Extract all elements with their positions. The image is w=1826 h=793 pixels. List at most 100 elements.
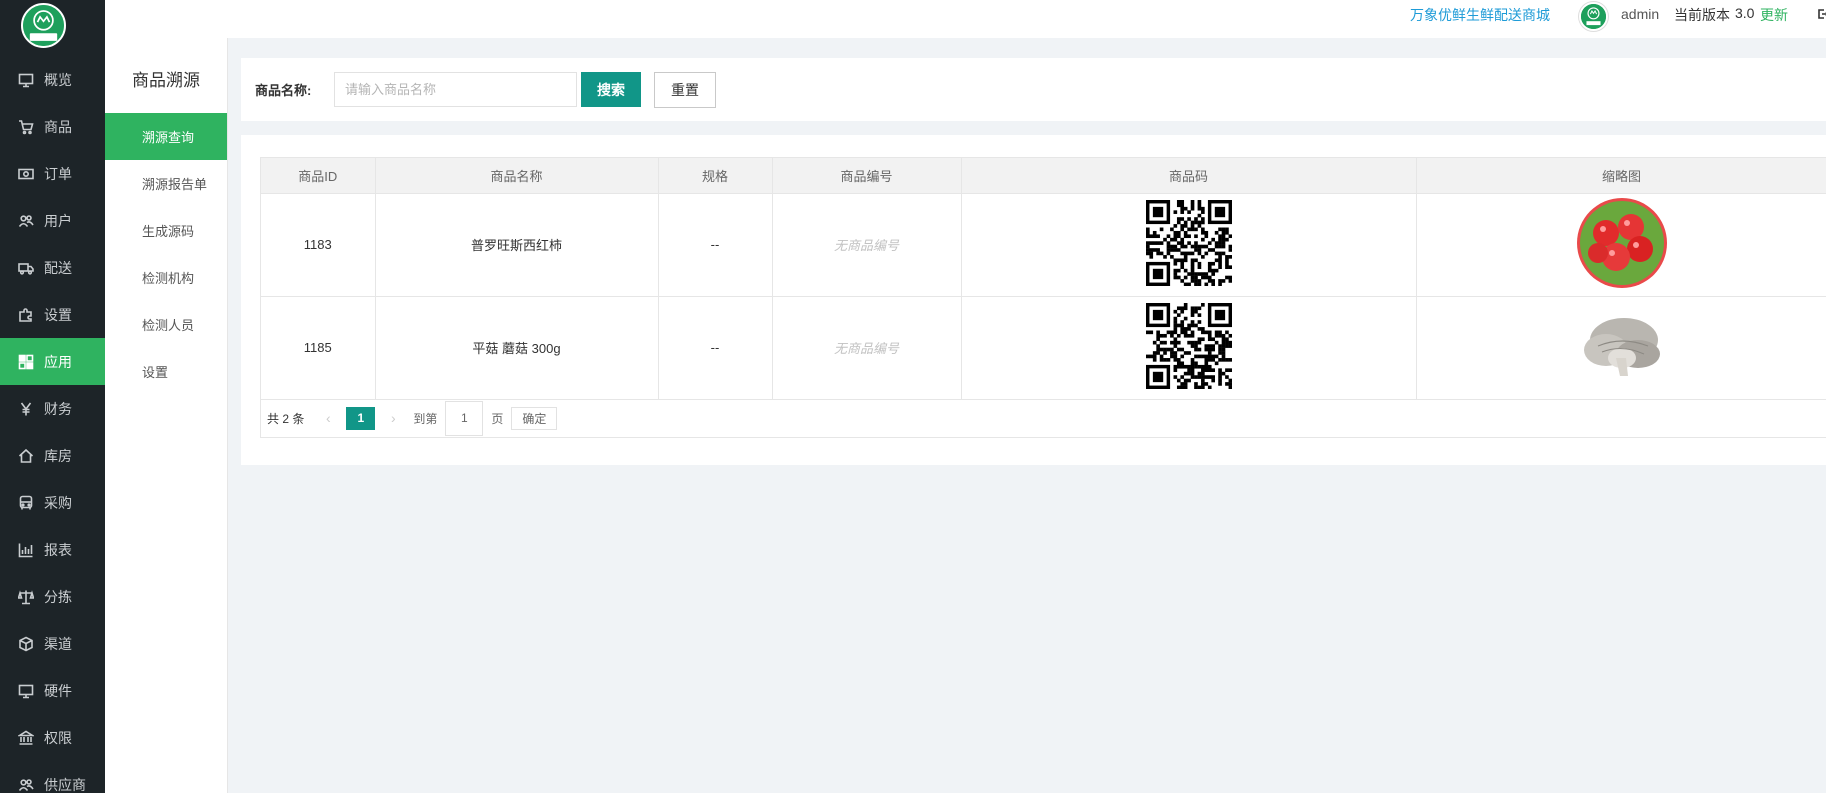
sidebar-item[interactable]: 用户 — [0, 197, 105, 244]
qr-code-image[interactable] — [1145, 200, 1232, 286]
sidebar-item[interactable]: 配送 — [0, 244, 105, 291]
sidebar-item[interactable]: 权限 — [0, 714, 105, 761]
goto-page-input[interactable] — [445, 400, 484, 436]
page-button-current[interactable]: 1 — [346, 406, 376, 430]
sidebar-item-label: 概览 — [44, 71, 72, 88]
subnav-item[interactable]: 溯源查询 — [105, 113, 227, 160]
cell-qrcode — [961, 193, 1417, 297]
brand-logo[interactable] — [21, 3, 66, 48]
cell-id: 1185 — [261, 296, 376, 400]
truck-icon — [18, 260, 34, 276]
subnav-title: 商品溯源 — [132, 71, 200, 90]
sidebar-item-label: 权限 — [44, 729, 72, 746]
sidebar-item-label: 渠道 — [44, 635, 72, 652]
shop-link[interactable]: 万象优鲜生鲜配送商城 — [1410, 5, 1550, 25]
sidebar-item-label: 设置 — [44, 306, 72, 323]
version-number: 3.0 — [1735, 5, 1755, 21]
cell-qrcode — [961, 296, 1417, 400]
sidebar-item[interactable]: 渠道 — [0, 620, 105, 667]
sidebar-item-label: 报表 — [44, 541, 72, 558]
product-table: 商品ID 商品名称 规格 商品编号 商品码 缩略图 1183 普罗旺斯西红柿 -… — [261, 158, 1826, 400]
cell-name: 普罗旺斯西红柿 — [375, 193, 659, 297]
avatar[interactable] — [1579, 2, 1608, 31]
sidebar-item-label: 分拣 — [44, 588, 72, 605]
monitor-icon — [18, 72, 34, 88]
sidebar-item-label: 采购 — [44, 494, 72, 511]
pagination: 共 2 条 ‹ 1 › 到第 页 确定 — [261, 400, 1826, 437]
cell-spec: -- — [658, 193, 773, 297]
cell-number: 无商品编号 — [772, 296, 962, 400]
subnav-item[interactable]: 检测人员 — [105, 301, 227, 348]
money-icon — [18, 166, 34, 182]
sidebar-item[interactable]: 报表 — [0, 526, 105, 573]
sidebar-item[interactable]: 供应商 — [0, 761, 105, 793]
col-header-spec: 规格 — [658, 158, 773, 194]
sidebar-item-label: 硬件 — [44, 682, 72, 699]
col-header-id: 商品ID — [261, 158, 376, 194]
subnav-item[interactable]: 生成源码 — [105, 207, 227, 254]
sidebar-item[interactable]: 订单 — [0, 150, 105, 197]
total-count: 共 2 条 — [267, 411, 305, 426]
bus-icon — [18, 495, 34, 511]
search-button[interactable]: 搜索 — [581, 72, 641, 107]
bank-icon — [18, 730, 34, 746]
mushroom-thumbnail[interactable] — [1576, 300, 1668, 392]
sidebar-item-label: 用户 — [44, 212, 72, 229]
desktop-icon — [18, 683, 34, 699]
update-link[interactable]: 更新 — [1760, 5, 1788, 25]
subnav-item[interactable]: 溯源报告单 — [105, 160, 227, 207]
sidebar-item-label: 应用 — [44, 353, 72, 370]
col-header-number: 商品编号 — [772, 158, 962, 194]
logout-icon[interactable] — [1817, 7, 1826, 19]
apps-icon — [18, 354, 34, 370]
sidebar-item[interactable]: 采购 — [0, 479, 105, 526]
search-panel: 商品名称: 搜索 重置 — [241, 58, 1826, 121]
version-label: 当前版本 — [1674, 7, 1730, 23]
col-header-thumbnail: 缩略图 — [1416, 158, 1826, 194]
col-header-qrcode: 商品码 — [961, 158, 1417, 194]
qr-code-image[interactable] — [1145, 303, 1232, 389]
cell-id: 1183 — [261, 193, 376, 297]
users-icon — [18, 777, 34, 793]
cell-spec: -- — [658, 296, 773, 400]
sidebar-item-label: 配送 — [44, 259, 72, 276]
sidebar-item-label: 供应商 — [44, 776, 86, 793]
bar-chart-icon — [18, 542, 34, 558]
main-nav: 概览商品订单用户配送设置应用财务库房采购报表分拣渠道硬件权限供应商 — [0, 56, 105, 793]
sidebar-item[interactable]: 应用 — [0, 338, 105, 385]
sidebar-item-label: 订单 — [44, 165, 72, 182]
prev-page-icon[interactable]: ‹ — [318, 410, 338, 426]
users-icon — [18, 213, 34, 229]
tomato-thumbnail[interactable] — [1576, 197, 1668, 289]
table-panel: 商品ID 商品名称 规格 商品编号 商品码 缩略图 1183 普罗旺斯西红柿 -… — [241, 135, 1826, 465]
table-row: 1185 平菇 蘑菇 300g -- 无商品编号 — [261, 296, 1826, 400]
sidebar-item[interactable]: 库房 — [0, 432, 105, 479]
sidebar-item[interactable]: 分拣 — [0, 573, 105, 620]
subnav-item[interactable]: 设置 — [105, 348, 227, 395]
table-row: 1183 普罗旺斯西红柿 -- 无商品编号 — [261, 193, 1826, 297]
reset-button[interactable]: 重置 — [654, 72, 716, 108]
cell-thumbnail — [1416, 296, 1826, 400]
next-page-icon[interactable]: › — [383, 410, 403, 426]
secondary-sidebar: 商品溯源 溯源查询 溯源报告单 生成源码 检测机构 检测人员 设置 — [105, 38, 228, 793]
search-label: 商品名称: — [255, 83, 312, 98]
table-header-row: 商品ID 商品名称 规格 商品编号 商品码 缩略图 — [261, 158, 1826, 194]
col-header-name: 商品名称 — [375, 158, 659, 194]
username[interactable]: admin — [1621, 6, 1659, 22]
product-table-wrapper: 商品ID 商品名称 规格 商品编号 商品码 缩略图 1183 普罗旺斯西红柿 -… — [260, 157, 1826, 438]
sidebar-item[interactable]: 设置 — [0, 291, 105, 338]
goto-confirm-button[interactable]: 确定 — [511, 406, 558, 430]
sidebar-item[interactable]: 概览 — [0, 56, 105, 103]
puzzle-icon — [18, 307, 34, 323]
page-unit-label: 页 — [491, 411, 504, 426]
subnav-item[interactable]: 检测机构 — [105, 254, 227, 301]
sidebar-item[interactable]: 财务 — [0, 385, 105, 432]
subnav-list: 溯源查询 溯源报告单 生成源码 检测机构 检测人员 设置 — [105, 113, 227, 395]
sidebar-item[interactable]: 硬件 — [0, 667, 105, 714]
product-name-input[interactable] — [334, 72, 577, 107]
cell-thumbnail — [1416, 193, 1826, 297]
sidebar-item-label: 库房 — [44, 447, 72, 464]
sidebar-item-label: 财务 — [44, 400, 72, 417]
sidebar-item[interactable]: 商品 — [0, 103, 105, 150]
cell-number: 无商品编号 — [772, 193, 962, 297]
